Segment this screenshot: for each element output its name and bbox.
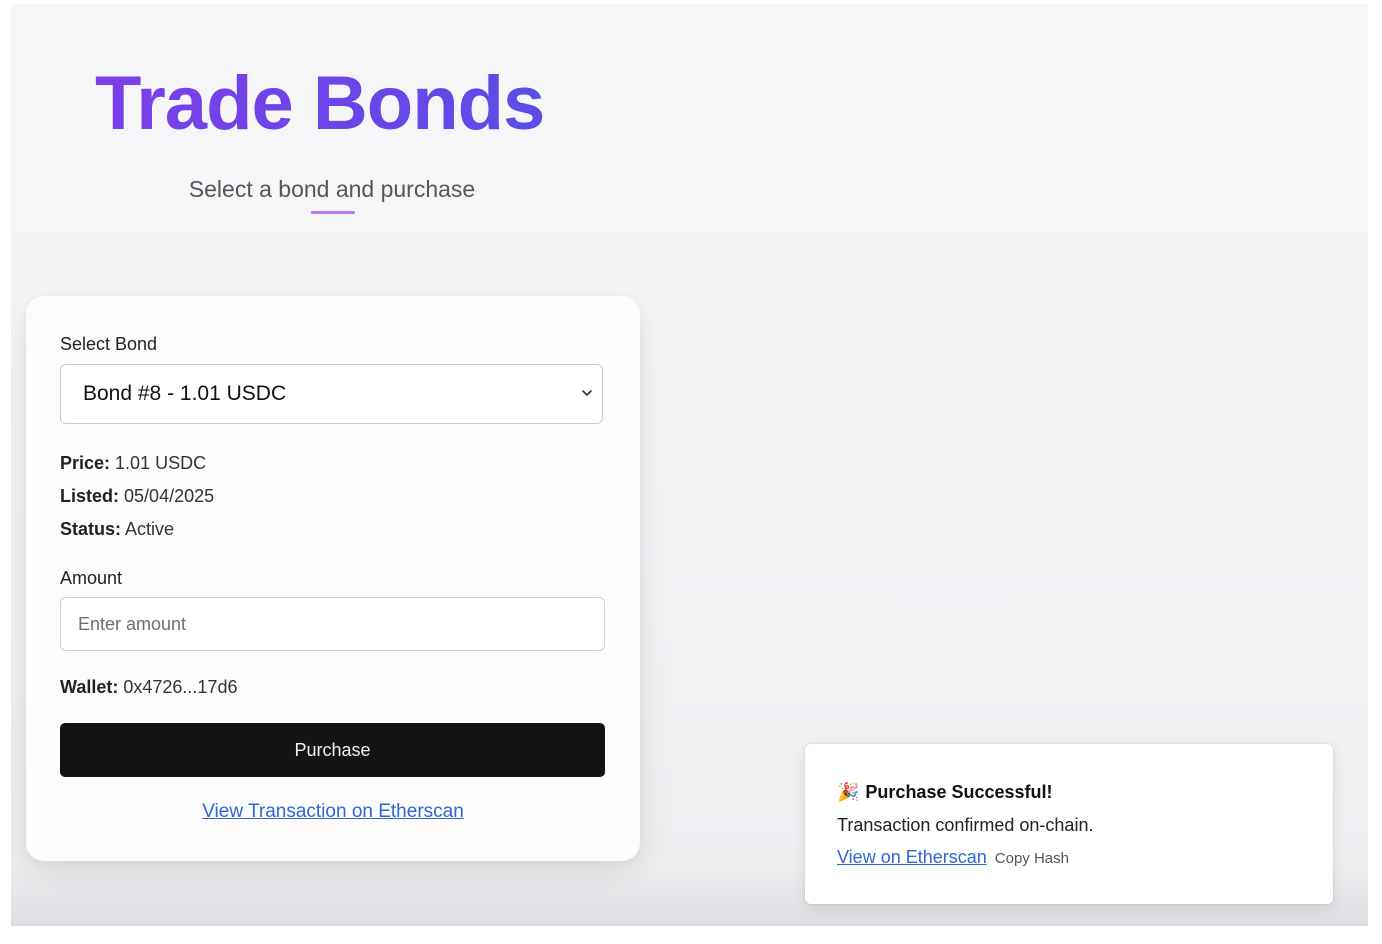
subtitle-underline xyxy=(311,211,355,214)
price-value: 1.01 USDC xyxy=(115,453,207,473)
toast-actions: View on Etherscan Copy Hash xyxy=(837,847,1069,868)
listed-value: 05/04/2025 xyxy=(124,486,215,506)
purchase-button[interactable]: Purchase xyxy=(60,723,605,777)
page-subtitle: Select a bond and purchase xyxy=(188,176,476,202)
wallet-row: Wallet: 0x4726...17d6 xyxy=(60,677,237,698)
amount-input[interactable] xyxy=(60,597,605,651)
amount-label: Amount xyxy=(60,568,123,588)
toast-title: Purchase Successful! xyxy=(865,782,1053,802)
toast-title-row: 🎉 Purchase Successful! xyxy=(837,782,1053,803)
bond-status-row: Status: Active xyxy=(60,519,174,540)
bond-select-value: Bond #8 - 1.01 USDC xyxy=(83,382,287,405)
bond-purchase-card: Select Bond Bond #8 - 1.01 USDC Price: 1… xyxy=(26,296,640,861)
bond-listed-row: Listed: 05/04/2025 xyxy=(60,486,214,507)
success-toast: 🎉 Purchase Successful! Transaction confir… xyxy=(805,744,1333,904)
price-label: Price: xyxy=(60,453,111,473)
toast-message: Transaction confirmed on-chain. xyxy=(837,815,1094,835)
listed-label: Listed: xyxy=(60,486,120,506)
copy-hash-button[interactable]: Copy Hash xyxy=(995,850,1069,867)
view-transaction-link[interactable]: View Transaction on Etherscan xyxy=(202,801,464,822)
chevron-down-icon xyxy=(582,390,592,396)
toast-view-etherscan-link[interactable]: View on Etherscan xyxy=(837,847,987,867)
wallet-label: Wallet: xyxy=(60,677,119,697)
status-value: Active xyxy=(125,519,175,539)
status-label: Status: xyxy=(60,519,122,539)
bond-price-row: Price: 1.01 USDC xyxy=(60,453,206,474)
view-transaction-link-container: View Transaction on Etherscan xyxy=(26,801,640,823)
bond-select[interactable]: Bond #8 - 1.01 USDC xyxy=(60,364,603,424)
party-popper-icon: 🎉 xyxy=(837,782,860,803)
select-bond-label: Select Bond xyxy=(60,334,158,354)
page-title: Trade Bonds xyxy=(95,61,545,146)
wallet-address: 0x4726...17d6 xyxy=(123,677,238,697)
